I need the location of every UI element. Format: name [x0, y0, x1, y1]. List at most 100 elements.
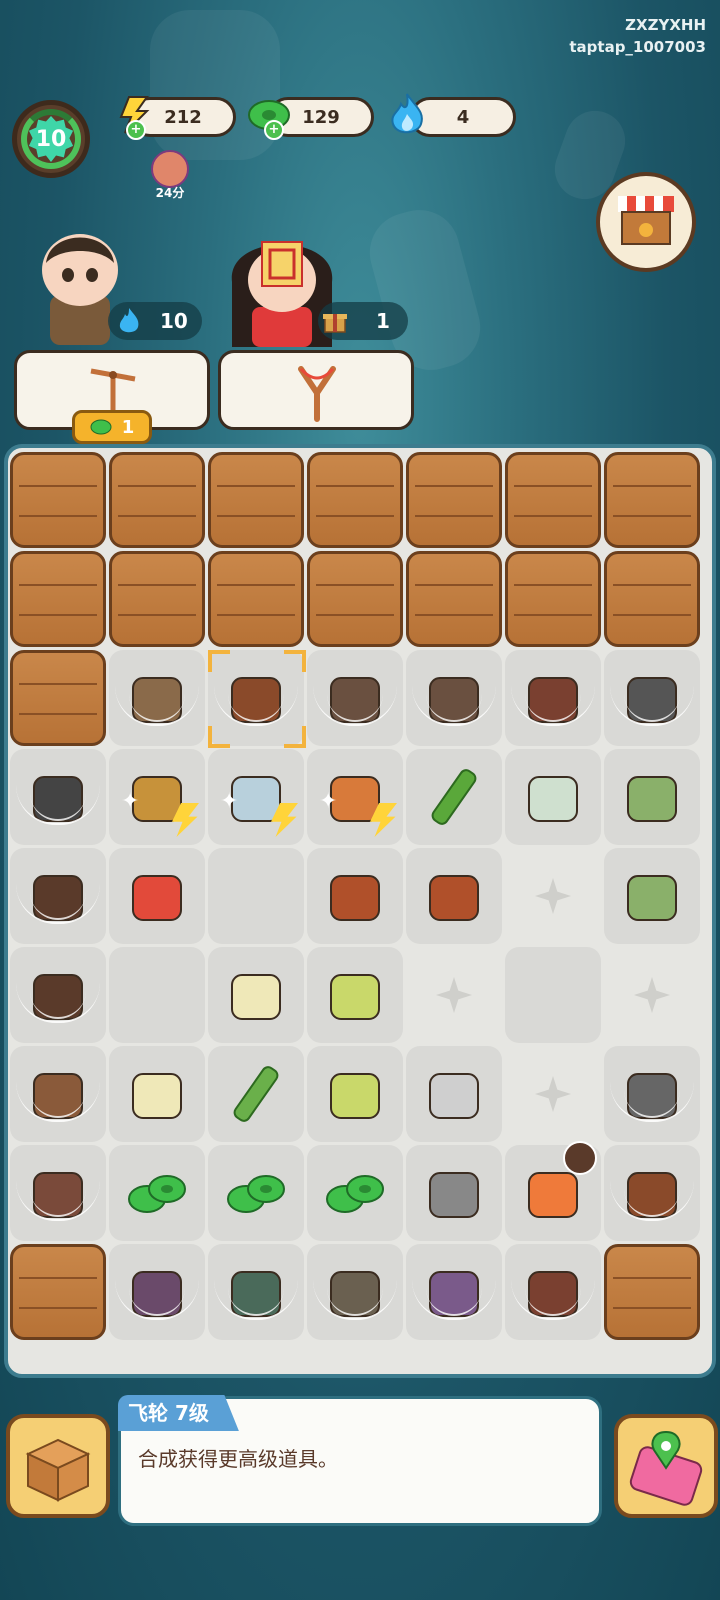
- saddle-item[interactable]: [208, 650, 306, 748]
- pot-item[interactable]: [10, 749, 106, 845]
- locked-wood-tile[interactable]: [604, 452, 700, 548]
- treasure-bag-icon: [123, 862, 191, 930]
- energy-value: 212: [164, 106, 202, 128]
- selection-bracket: [284, 650, 306, 672]
- locked-wood-tile[interactable]: [604, 1244, 700, 1340]
- tool-cost-badge: 1: [72, 410, 152, 444]
- sticks-item[interactable]: [109, 650, 205, 746]
- tea-packet-item[interactable]: [604, 848, 700, 944]
- blue-flame-value: 4: [456, 106, 470, 128]
- incense-item[interactable]: [406, 1244, 502, 1340]
- wooden-chest-item[interactable]: [307, 848, 403, 944]
- sparkle-icon: [634, 977, 670, 1013]
- horse-item[interactable]: [10, 1046, 106, 1142]
- jar-item[interactable]: [307, 1244, 403, 1340]
- inventory-box-button[interactable]: [6, 1414, 110, 1518]
- bamboo-item[interactable]: [406, 749, 502, 845]
- sparkle-mark-icon: ✦: [319, 789, 338, 814]
- locked-wood-tile[interactable]: [109, 452, 205, 548]
- empty-slot[interactable]: [505, 947, 601, 1043]
- sparkle-mark-icon: ✦: [220, 789, 239, 814]
- open-slot[interactable]: [505, 1046, 601, 1142]
- locked-wood-tile[interactable]: [10, 452, 106, 548]
- open-slot[interactable]: [505, 848, 601, 944]
- map-button[interactable]: [614, 1414, 718, 1518]
- locked-wood-tile[interactable]: [10, 650, 106, 746]
- jade-coin-pile-item[interactable]: [109, 1145, 205, 1241]
- slingshot-tool-button[interactable]: [218, 350, 414, 430]
- jade-coin-pile-icon: [123, 1159, 191, 1227]
- whisk-broom-item[interactable]: [307, 947, 403, 1043]
- box-item[interactable]: [10, 848, 106, 944]
- open-slot[interactable]: [406, 947, 502, 1043]
- shop-button[interactable]: [596, 172, 696, 272]
- sack-green-item[interactable]: [208, 1244, 304, 1340]
- locked-wood-tile[interactable]: [10, 551, 106, 647]
- trunk-item[interactable]: [10, 947, 106, 1043]
- treasure-chest-timer-item[interactable]: [505, 1141, 601, 1241]
- timer-clock-icon: [563, 1141, 597, 1175]
- locked-wood-tile[interactable]: [604, 551, 700, 647]
- locked-wood-tile[interactable]: [505, 452, 601, 548]
- sparkle-mark-icon: ✦: [121, 789, 140, 814]
- axe-item[interactable]: [604, 1046, 700, 1142]
- whisk-broom-item[interactable]: [307, 1046, 403, 1142]
- cabinet-item[interactable]: ✦: [109, 749, 205, 845]
- user-info: ZXZYXHH taptap_1007003: [569, 14, 706, 58]
- locked-wood-tile[interactable]: [10, 1244, 106, 1340]
- wooden-chest-item[interactable]: [406, 848, 502, 944]
- tea-pouch-item[interactable]: [505, 749, 601, 845]
- locked-wood-tile[interactable]: [406, 452, 502, 548]
- locked-wood-tile[interactable]: [208, 551, 304, 647]
- whisk-broom-icon: [321, 1060, 389, 1128]
- locked-wood-tile[interactable]: [307, 551, 403, 647]
- locked-wood-tile[interactable]: [109, 551, 205, 647]
- locked-wood-tile[interactable]: [505, 551, 601, 647]
- bamboo-hammer-icon: [222, 1060, 290, 1128]
- telescope-item[interactable]: [604, 1145, 700, 1241]
- level-value: 10: [35, 126, 67, 152]
- feather-duster-item[interactable]: [208, 947, 304, 1043]
- left-count-value: 10: [160, 309, 188, 333]
- shelf-item[interactable]: ✦: [307, 749, 403, 845]
- jade-coin-small-item[interactable]: [307, 1145, 403, 1241]
- rocks-item[interactable]: [406, 650, 502, 746]
- rocks-item[interactable]: [307, 650, 403, 746]
- level-badge[interactable]: 10: [12, 100, 90, 178]
- score-avatar[interactable]: 24分: [150, 150, 190, 201]
- treasure-bag-item[interactable]: [109, 848, 205, 944]
- bamboo-hammer-item[interactable]: [208, 1046, 304, 1142]
- tea-packet-icon: [618, 862, 686, 930]
- right-character-counter: 1: [318, 302, 408, 340]
- jade-coin-small-icon: [321, 1159, 389, 1227]
- energy-bolt-icon: +: [110, 92, 156, 140]
- sack-item[interactable]: [109, 1244, 205, 1340]
- locked-wood-tile[interactable]: [208, 452, 304, 548]
- tea-packet-item[interactable]: [604, 749, 700, 845]
- sparkle-icon: [535, 1076, 571, 1112]
- add-energy-icon[interactable]: +: [126, 120, 146, 140]
- cart-item[interactable]: [10, 1145, 106, 1241]
- scissors-item[interactable]: [406, 1046, 502, 1142]
- bowl-item[interactable]: [505, 1244, 601, 1340]
- locked-wood-tile[interactable]: [406, 551, 502, 647]
- jade-coin-stack-item[interactable]: [208, 1145, 304, 1241]
- jade-coin-stack-icon: [222, 1159, 290, 1227]
- open-slot[interactable]: [604, 947, 700, 1043]
- user-id: taptap_1007003: [569, 38, 706, 56]
- energys-item[interactable]: [406, 1145, 502, 1241]
- right-count-value: 1: [376, 309, 390, 333]
- add-jade-icon[interactable]: +: [264, 120, 284, 140]
- tea-set-item[interactable]: ✦: [208, 749, 304, 845]
- scissors-icon: [420, 1060, 488, 1128]
- sickle-item[interactable]: [604, 650, 700, 746]
- sparkle-icon: [535, 878, 571, 914]
- jade-coin-value: 129: [302, 106, 340, 128]
- empty-slot[interactable]: [109, 947, 205, 1043]
- empty-slot[interactable]: [208, 848, 304, 944]
- locked-wood-tile[interactable]: [307, 452, 403, 548]
- bag-item[interactable]: [505, 650, 601, 746]
- score-avatar-image: [151, 150, 189, 188]
- feather-duster-item[interactable]: [109, 1046, 205, 1142]
- selection-bracket: [208, 726, 230, 748]
